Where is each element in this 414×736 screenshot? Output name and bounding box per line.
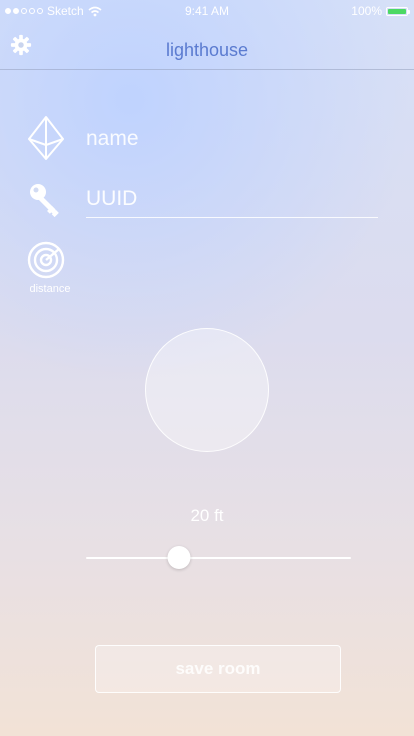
name-input[interactable]: name: [86, 127, 378, 155]
nav-bar: lighthouse: [0, 22, 414, 70]
key-icon: [22, 176, 70, 224]
battery-percent: 100%: [351, 4, 382, 18]
save-room-button[interactable]: save room: [95, 645, 341, 693]
range-circle: [145, 328, 269, 452]
distance-slider[interactable]: [86, 546, 351, 570]
distance-label: distance: [29, 283, 71, 295]
battery-tip: [408, 9, 410, 14]
status-bar: Sketch 9:41 AM 100%: [0, 0, 414, 22]
page-title: lighthouse: [165, 40, 249, 60]
uuid-input[interactable]: UUID: [86, 187, 378, 218]
radar-icon: [22, 236, 70, 284]
ethereum-icon: [22, 114, 70, 162]
slider-thumb[interactable]: [167, 546, 191, 569]
distance-value: 20 ft: [190, 506, 224, 525]
battery-icon: [386, 6, 410, 16]
battery-fill: [388, 8, 406, 14]
slider-track[interactable]: [86, 557, 351, 559]
status-right: 100%: [351, 4, 410, 18]
